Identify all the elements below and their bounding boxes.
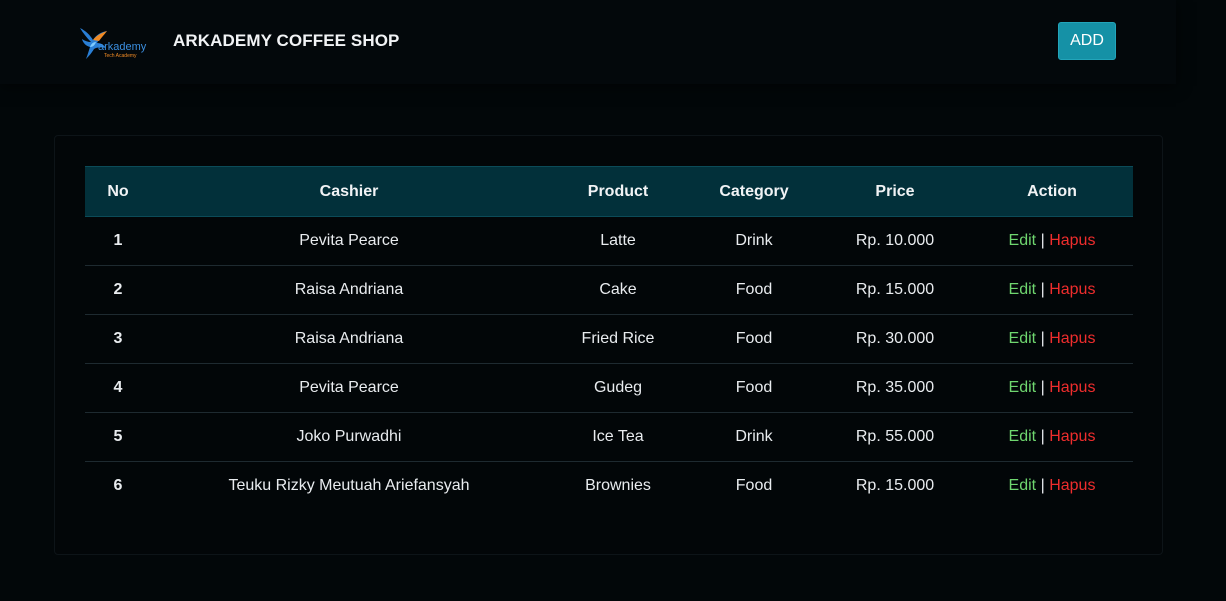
edit-link[interactable]: Edit bbox=[1009, 232, 1037, 249]
add-button[interactable]: ADD bbox=[1058, 22, 1116, 60]
delete-link[interactable]: Hapus bbox=[1049, 232, 1095, 249]
price-cell: Rp. 30.000 bbox=[819, 314, 971, 364]
category-cell: Food bbox=[689, 314, 819, 364]
arkademy-logo[interactable]: arkademy Tech Academy bbox=[74, 22, 158, 62]
delete-link[interactable]: Hapus bbox=[1049, 379, 1095, 396]
price-cell: Rp. 35.000 bbox=[819, 363, 971, 413]
logo-text: arkademy bbox=[98, 41, 147, 53]
logo-subtext: Tech Academy bbox=[104, 53, 137, 59]
table-row: 5 Joko Purwadhi Ice Tea Drink Rp. 55.000… bbox=[85, 412, 1133, 462]
action-cell: Edit | Hapus bbox=[971, 461, 1133, 511]
cashier-cell: Raisa Andriana bbox=[151, 314, 547, 364]
category-cell: Drink bbox=[689, 412, 819, 462]
delete-link[interactable]: Hapus bbox=[1049, 330, 1095, 347]
product-cell: Gudeg bbox=[547, 363, 689, 413]
row-number: 4 bbox=[85, 363, 151, 413]
action-separator: | bbox=[1040, 330, 1050, 347]
category-cell: Food bbox=[689, 265, 819, 315]
product-cell: Ice Tea bbox=[547, 412, 689, 462]
column-header-cashier: Cashier bbox=[151, 166, 547, 217]
transactions-table: No Cashier Product Category Price Action… bbox=[85, 166, 1133, 511]
table-row: 2 Raisa Andriana Cake Food Rp. 15.000 Ed… bbox=[85, 265, 1133, 315]
cashier-cell: Teuku Rizky Meutuah Ariefansyah bbox=[151, 461, 547, 511]
column-header-product: Product bbox=[547, 166, 689, 217]
edit-link[interactable]: Edit bbox=[1009, 428, 1037, 445]
action-cell: Edit | Hapus bbox=[971, 217, 1133, 266]
edit-link[interactable]: Edit bbox=[1009, 330, 1037, 347]
cashier-cell: Joko Purwadhi bbox=[151, 412, 547, 462]
edit-link[interactable]: Edit bbox=[1009, 379, 1037, 396]
price-cell: Rp. 15.000 bbox=[819, 461, 971, 511]
product-cell: Cake bbox=[547, 265, 689, 315]
category-cell: Food bbox=[689, 461, 819, 511]
cashier-cell: Raisa Andriana bbox=[151, 265, 547, 315]
delete-link[interactable]: Hapus bbox=[1049, 428, 1095, 445]
cashier-cell: Pevita Pearce bbox=[299, 232, 399, 249]
action-separator: | bbox=[1040, 281, 1050, 298]
edit-link[interactable]: Edit bbox=[1009, 281, 1037, 298]
column-header-price: Price bbox=[819, 166, 971, 217]
table-row: 3 Raisa Andriana Fried Rice Food Rp. 30.… bbox=[85, 314, 1133, 364]
category-cell: Drink bbox=[735, 232, 773, 249]
row-number: 3 bbox=[85, 314, 151, 364]
navbar: arkademy Tech Academy ARKADEMY COFFEE SH… bbox=[0, 0, 1176, 84]
delete-link[interactable]: Hapus bbox=[1049, 281, 1095, 298]
action-cell: Edit | Hapus bbox=[971, 314, 1133, 364]
row-number: 6 bbox=[85, 461, 151, 511]
action-cell: Edit | Hapus bbox=[971, 363, 1133, 413]
row-number: 1 bbox=[113, 232, 123, 249]
action-separator: | bbox=[1040, 477, 1050, 495]
product-cell: Latte bbox=[600, 232, 636, 249]
table-row: 6 Teuku Rizky Meutuah Ariefansyah Browni… bbox=[85, 461, 1133, 511]
transactions-card: No Cashier Product Category Price Action… bbox=[54, 135, 1163, 555]
column-header-no: No bbox=[85, 166, 151, 217]
price-cell: Rp. 10.000 bbox=[855, 232, 935, 249]
row-number: 2 bbox=[85, 265, 151, 315]
action-cell: Edit | Hapus bbox=[971, 412, 1133, 462]
edit-link[interactable]: Edit bbox=[1009, 477, 1037, 494]
table-header-row: No Cashier Product Category Price Action bbox=[85, 166, 1133, 217]
action-separator: | bbox=[1040, 379, 1050, 396]
brand-title: ARKADEMY COFFEE SHOP bbox=[173, 31, 400, 50]
cashier-cell: Pevita Pearce bbox=[151, 363, 547, 413]
product-cell: Brownies bbox=[547, 461, 689, 511]
delete-link[interactable]: Hapus bbox=[1049, 477, 1095, 494]
action-separator: | bbox=[1040, 232, 1050, 249]
action-separator: | bbox=[1040, 428, 1050, 445]
category-cell: Food bbox=[689, 363, 819, 413]
table-row: 1 Pevita Pearce Latte Drink Rp. 10.000 E… bbox=[85, 217, 1133, 266]
column-header-category: Category bbox=[689, 166, 819, 217]
action-cell: Edit | Hapus bbox=[971, 265, 1133, 315]
price-cell: Rp. 15.000 bbox=[819, 265, 971, 315]
table-row: 4 Pevita Pearce Gudeg Food Rp. 35.000 Ed… bbox=[85, 363, 1133, 413]
price-cell: Rp. 55.000 bbox=[819, 412, 971, 462]
product-cell: Fried Rice bbox=[547, 314, 689, 364]
row-number: 5 bbox=[85, 412, 151, 462]
column-header-action: Action bbox=[971, 166, 1133, 217]
